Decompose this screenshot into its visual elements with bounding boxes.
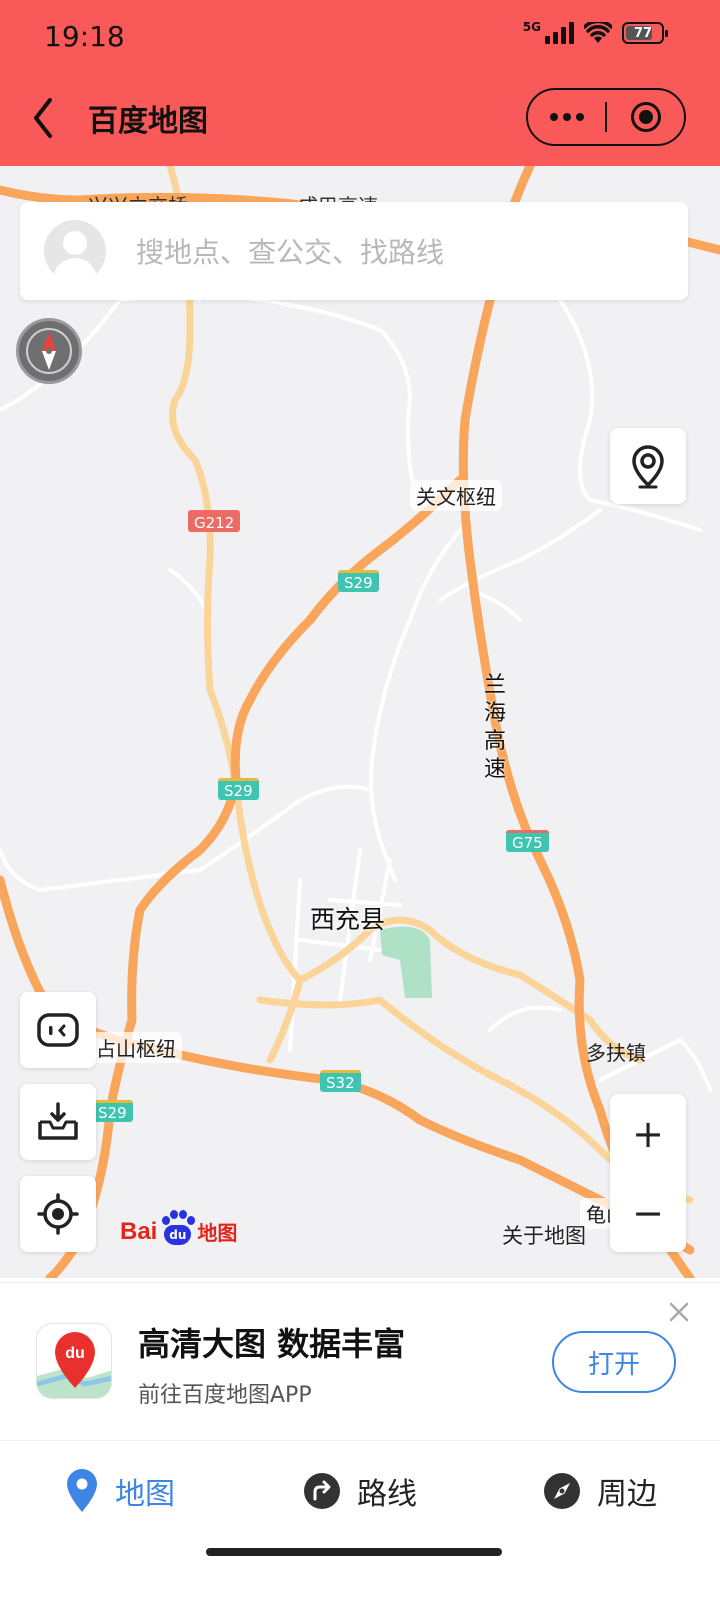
home-indicator — [206, 1548, 502, 1556]
battery-icon: 77 — [622, 22, 668, 44]
network-type: 5G — [522, 20, 541, 34]
close-mini-program-button[interactable] — [607, 90, 684, 144]
promo-title: 高清大图 数据丰富 — [138, 1325, 406, 1363]
svg-text:du: du — [65, 1345, 85, 1362]
baidu-map-logo: Bai du 地图 — [120, 1210, 237, 1246]
zoom-control: + − — [610, 1094, 686, 1252]
locate-me-button[interactable] — [20, 1176, 96, 1252]
route-icon — [304, 1472, 340, 1509]
close-promo-button[interactable] — [666, 1299, 692, 1325]
logo-text-du: du — [164, 1225, 192, 1245]
road-tag: S29 — [218, 778, 259, 800]
close-icon — [669, 1302, 689, 1322]
signal-icon — [545, 22, 574, 44]
zoom-out-button[interactable]: − — [610, 1173, 686, 1252]
robot-assistant-button[interactable] — [20, 992, 96, 1068]
road-tag: S29 — [338, 570, 379, 592]
location-pin-icon — [632, 445, 664, 489]
compass-button[interactable] — [16, 318, 82, 384]
more-dots-icon — [549, 113, 584, 121]
road-tag: S29 — [92, 1100, 133, 1122]
robot-assistant-icon — [37, 1013, 79, 1047]
logo-text-bai: Bai — [120, 1218, 158, 1245]
promo-subtitle: 前往百度地图APP — [138, 1383, 312, 1408]
tab-nearby[interactable]: 周边 — [480, 1441, 720, 1540]
map-view[interactable]: 兴兴立交桥 成巴高速 G212 S29 S29 G75 S29 S32 关文枢纽… — [0, 166, 720, 1278]
search-bar[interactable]: 搜地点、查公交、找路线 — [20, 202, 688, 300]
app-promo-banner: du 高清大图 数据丰富 前往百度地图APP 打开 — [0, 1282, 720, 1438]
status-icons: 5G 77 — [522, 20, 668, 44]
map-pin-icon — [67, 1468, 97, 1512]
mini-program-capsule — [526, 88, 686, 146]
screen: 19:18 5G 77 百度地图 G212 S29 S29 G75 S29 S3… — [0, 0, 720, 1600]
battery-level: 77 — [633, 25, 653, 41]
road-tag: S32 — [320, 1070, 361, 1092]
compass-nearby-icon — [544, 1472, 580, 1509]
wifi-icon — [584, 22, 612, 43]
place-label[interactable]: 多扶镇 — [580, 1036, 652, 1067]
tab-label: 周边 — [597, 1476, 657, 1512]
status-time: 19:18 — [44, 20, 125, 53]
tab-route[interactable]: 路线 — [240, 1441, 480, 1540]
location-pin-button[interactable] — [610, 428, 686, 504]
target-circle-icon — [630, 102, 661, 132]
more-button[interactable] — [528, 90, 605, 144]
road-name-label: 兰海高速 — [483, 673, 506, 782]
bottom-tab-bar: 地图 路线 周边 — [0, 1440, 720, 1540]
place-label[interactable]: 关文枢纽 — [410, 480, 502, 511]
logo-text-map: 地图 — [197, 1221, 238, 1245]
zoom-in-button[interactable]: + — [610, 1094, 686, 1173]
offline-download-icon — [38, 1102, 78, 1140]
place-label[interactable]: 占山枢纽 — [90, 1032, 182, 1063]
page-title: 百度地图 — [88, 104, 208, 139]
user-avatar-icon[interactable] — [44, 220, 106, 282]
open-app-button[interactable]: 打开 — [552, 1331, 676, 1393]
road-tag: G212 — [188, 510, 241, 532]
back-button[interactable] — [28, 96, 60, 140]
chevron-left-icon — [34, 98, 52, 138]
baidu-map-app-icon: du — [36, 1323, 112, 1399]
tab-label: 路线 — [357, 1476, 417, 1512]
place-label[interactable]: 西充县 — [310, 900, 385, 936]
locate-crosshair-icon — [37, 1193, 79, 1235]
about-map-link[interactable]: 关于地图 — [502, 1220, 586, 1250]
baidu-paw-icon: du — [159, 1210, 196, 1246]
offline-download-button[interactable] — [20, 1084, 96, 1160]
search-placeholder: 搜地点、查公交、找路线 — [136, 236, 445, 269]
compass-icon — [26, 328, 72, 374]
tab-label: 地图 — [115, 1476, 175, 1512]
top-bar: 19:18 5G 77 百度地图 — [0, 0, 720, 168]
road-tag: G75 — [506, 830, 549, 852]
tab-map[interactable]: 地图 — [0, 1441, 240, 1540]
